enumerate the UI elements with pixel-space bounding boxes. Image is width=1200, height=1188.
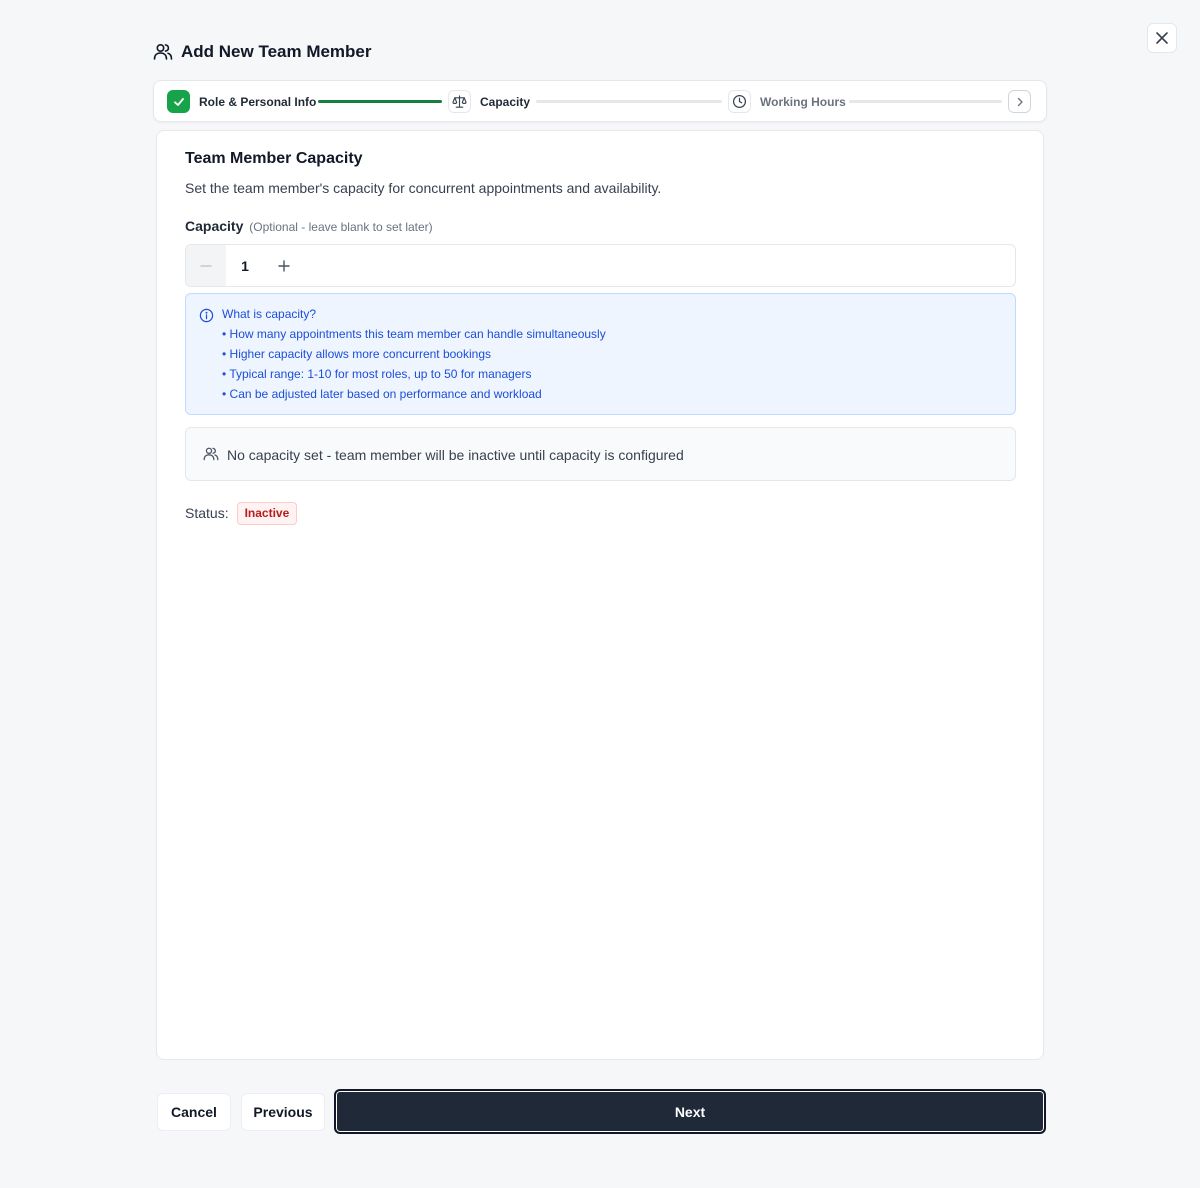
next-button[interactable]: Next [334,1089,1046,1134]
step-next-button[interactable] [1008,90,1031,113]
users-icon [153,43,173,60]
capacity-info-box: What is capacity? • How many appointment… [185,293,1016,415]
close-icon [1156,32,1168,44]
step-capacity-status[interactable] [448,90,471,113]
step-hours-status[interactable] [728,90,751,113]
capacity-notice: No capacity set - team member will be in… [185,427,1016,481]
step-role-status[interactable] [167,90,190,113]
capacity-input[interactable] [226,245,264,286]
decrement-button[interactable] [186,245,226,286]
check-icon [173,97,184,106]
info-list-item: • How many appointments this team member… [222,327,606,341]
step-connector-done [318,100,442,103]
step-capacity-label[interactable]: Capacity [480,94,530,110]
notice-text: No capacity set - team member will be in… [227,447,684,463]
step-role-label[interactable]: Role & Personal Info [199,94,316,110]
cancel-button[interactable]: Cancel [157,1093,231,1131]
capacity-label-text: Capacity [185,218,244,234]
capacity-hint: (Optional - leave blank to set later) [249,220,433,234]
info-title: What is capacity? [222,307,317,321]
status-row: Status: Inactive [185,501,298,525]
close-button[interactable] [1147,23,1177,53]
info-icon [199,308,214,323]
capacity-stepper [185,244,1016,287]
minus-icon [200,264,212,267]
users-icon [203,447,219,461]
info-list: • How many appointments this team member… [222,327,606,407]
step-hours-label[interactable]: Working Hours [760,94,846,110]
status-badge: Inactive [236,501,298,525]
scale-icon [452,95,467,108]
info-list-item: • Can be adjusted later based on perform… [222,387,542,401]
increment-button[interactable] [264,245,304,286]
dialog-header: Add New Team Member [153,40,372,64]
status-label: Status: [185,505,229,521]
info-list-item: • Higher capacity allows more concurrent… [222,347,491,361]
step-connector-pending-2 [849,100,1002,103]
section-description: Set the team member's capacity for concu… [185,180,662,196]
info-list-item: • Typical range: 1-10 for most roles, up… [222,367,532,381]
capacity-card: Team Member Capacity Set the team member… [156,130,1044,1060]
clock-icon [732,94,747,109]
step-connector-pending [536,100,722,103]
chevron-right-icon [1017,97,1023,106]
step-progress: Role & Personal Info Capacity Working Ho… [153,80,1047,122]
plus-icon [278,259,290,272]
capacity-label: Capacity (Optional - leave blank to set … [185,217,433,236]
section-title: Team Member Capacity [185,150,363,167]
dialog-title: Add New Team Member [181,42,372,61]
previous-button[interactable]: Previous [241,1093,325,1131]
